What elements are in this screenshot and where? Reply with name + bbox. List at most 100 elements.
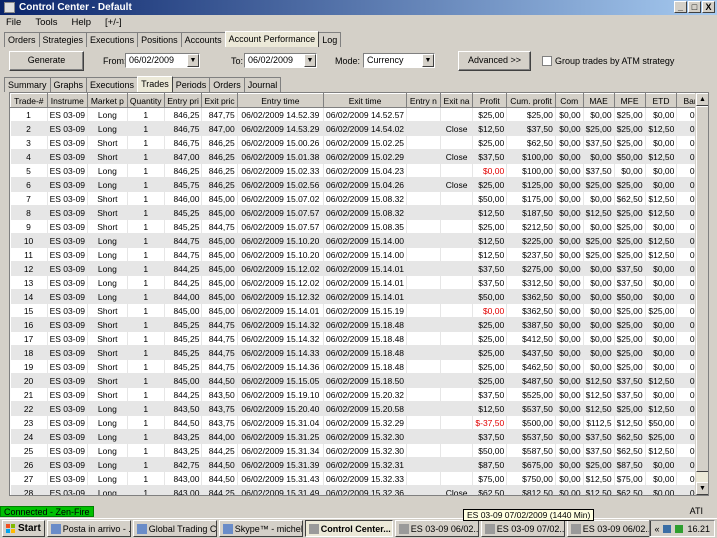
table-cell: $12,50 [645, 205, 678, 220]
table-row[interactable]: 25 ES 03-09 Long 1 843,25 844,25 06/02/2009 15… [10, 443, 708, 458]
minimize-button[interactable]: _ [674, 1, 687, 13]
column-header[interactable]: Exit pric [201, 93, 238, 108]
table-cell: 845,00 [201, 191, 238, 206]
table-cell: 5 [10, 163, 48, 178]
group-trades-checkbox[interactable] [542, 56, 552, 66]
table-row[interactable]: 3 ES 03-09 Short 1 846,75 846,25 06/02/2009 15… [10, 135, 708, 150]
column-header[interactable]: Quantity [126, 93, 165, 108]
tab-account-performance[interactable]: Account Performance [224, 31, 320, 47]
mode-select[interactable]: Currency ▼ [363, 53, 435, 68]
table-row[interactable]: 8 ES 03-09 Short 1 845,25 845,00 06/02/2009 15… [10, 205, 708, 220]
subtab-journal[interactable]: Journal [243, 77, 282, 92]
column-header[interactable]: Market p [87, 93, 128, 108]
maximize-button[interactable]: □ [688, 1, 701, 13]
scroll-down-icon[interactable]: ▼ [696, 482, 708, 495]
table-row[interactable]: 11 ES 03-09 Long 1 844,75 845,00 06/02/2009 15… [10, 247, 708, 262]
table-row[interactable]: 18 ES 03-09 Short 1 845,25 844,75 06/02/2009 1… [10, 345, 708, 360]
table-row[interactable]: 21 ES 03-09 Short 1 844,25 843,50 06/02/2009 1… [10, 387, 708, 402]
table-row[interactable]: 9 ES 03-09 Short 1 845,25 844,75 06/02/2009 15… [10, 219, 708, 234]
subtab-periods[interactable]: Periods [171, 77, 211, 92]
toolbar: Generate From: 06/02/2009 ▼ To: 06/02/200… [0, 47, 717, 73]
column-header[interactable]: Trade-# [10, 93, 48, 108]
column-header[interactable]: Entry pri [163, 93, 203, 108]
tray-expand-icon[interactable]: « [654, 524, 659, 534]
table-row[interactable]: 28 ES 03-09 Long 1 843,00 844,25 06/02/2009 15… [10, 485, 708, 495]
subtab-summary[interactable]: Summary [4, 77, 51, 92]
table-row[interactable]: 10 ES 03-09 Long 1 844,75 845,00 06/02/2009 15… [10, 233, 708, 248]
table-row[interactable]: 4 ES 03-09 Short 1 847,00 846,25 06/02/2009 15… [10, 149, 708, 164]
chevron-down-icon[interactable]: ▼ [304, 54, 316, 67]
table-row[interactable]: 7 ES 03-09 Short 1 846,00 845,00 06/02/2009 15… [10, 191, 708, 206]
table-row[interactable]: 12 ES 03-09 Long 1 844,25 845,00 06/02/2009 15… [10, 261, 708, 276]
taskbar-item[interactable]: Control Center... [304, 520, 393, 537]
table-cell: ES 03-09 [47, 121, 89, 136]
menu-file[interactable]: File [6, 17, 21, 28]
table-row[interactable]: 27 ES 03-09 Long 1 843,00 844,50 06/02/2009 15… [10, 471, 708, 486]
menu-tools[interactable]: Tools [35, 17, 57, 28]
table-row[interactable]: 2 ES 03-09 Long 1 846,75 847,00 06/02/2009 14.… [10, 121, 708, 136]
table-cell: 06/02/2009 15.32.31 [323, 457, 408, 472]
table-row[interactable]: 24 ES 03-09 Long 1 843,25 844,00 06/02/2009 15… [10, 429, 708, 444]
scroll-up-icon[interactable]: ▲ [696, 93, 708, 106]
subtab-graphs[interactable]: Graphs [49, 77, 88, 92]
scroll-thumb[interactable] [696, 106, 708, 472]
table-cell: Short [87, 135, 128, 150]
table-row[interactable]: 6 ES 03-09 Long 1 845,75 846,25 06/02/2009 15.… [10, 177, 708, 192]
taskbar-item[interactable]: ES 03-09 06/02... [566, 520, 651, 537]
generate-button[interactable]: Generate [9, 51, 84, 71]
column-header[interactable]: Cum. profit [506, 93, 556, 108]
window-icon [398, 523, 409, 534]
table-cell: 06/02/2009 15.10.20 [237, 247, 325, 262]
taskbar-item[interactable]: Posta in arrivo - ... [46, 520, 131, 537]
table-row[interactable]: 23 ES 03-09 Long 1 844,50 843,75 06/02/2009 15… [10, 415, 708, 430]
taskbar-item[interactable]: Skype™ - michel... [218, 520, 303, 537]
column-header[interactable]: ETD [644, 93, 678, 108]
table-row[interactable]: 19 ES 03-09 Short 1 845,25 844,75 06/02/2009 1… [10, 359, 708, 374]
chevron-down-icon[interactable]: ▼ [422, 54, 434, 67]
column-header[interactable]: Entry n [406, 93, 441, 108]
column-header[interactable]: Exit na [439, 93, 474, 108]
table-row[interactable]: 17 ES 03-09 Short 1 845,25 844,75 06/02/2009 1… [10, 331, 708, 346]
table-cell: 1 [127, 443, 165, 458]
wifi-icon[interactable] [675, 524, 684, 533]
subtab-executions[interactable]: Executions [86, 77, 139, 92]
column-header[interactable]: Instrume [46, 93, 89, 108]
close-button[interactable]: X [702, 1, 715, 13]
table-row[interactable]: 26 ES 03-09 Long 1 842,75 844,50 06/02/2009 15… [10, 457, 708, 472]
tab-orders[interactable]: Orders [4, 32, 40, 47]
taskbar-item[interactable]: ES 03-09 07/02... [480, 520, 565, 537]
table-row[interactable]: 14 ES 03-09 Long 1 844,00 845,00 06/02/2009 15… [10, 289, 708, 304]
table-row[interactable]: 20 ES 03-09 Short 1 845,00 844,50 06/02/2009 1… [10, 373, 708, 388]
column-header[interactable]: Com [554, 93, 584, 108]
taskbar-item[interactable]: ES 03-09 06/02... [394, 520, 479, 537]
table-row[interactable]: 1 ES 03-09 Long 1 846,25 847,75 06/02/2009 14.… [10, 107, 708, 122]
taskbar-item[interactable]: Global Trading C... [132, 520, 217, 537]
start-button[interactable]: Start [2, 520, 45, 537]
table-cell: Long [87, 261, 128, 276]
vertical-scrollbar[interactable]: ▲ ▼ [695, 93, 708, 495]
column-header[interactable]: MFE [613, 93, 646, 108]
column-header[interactable]: Exit time [323, 93, 408, 108]
table-row[interactable]: 16 ES 03-09 Short 1 845,25 844,75 06/02/2009 1… [10, 317, 708, 332]
table-row[interactable]: 22 ES 03-09 Long 1 843,50 843,75 06/02/2009 15… [10, 401, 708, 416]
column-header[interactable]: Profit [472, 93, 508, 108]
to-date-field[interactable]: 06/02/2009 ▼ [244, 53, 317, 68]
tab-positions[interactable]: Positions [137, 32, 182, 47]
from-date-field[interactable]: 06/02/2009 ▼ [125, 53, 200, 68]
chevron-down-icon[interactable]: ▼ [187, 54, 199, 67]
menu-help[interactable]: Help [72, 17, 92, 28]
subtab-trades[interactable]: Trades [137, 76, 173, 92]
advanced-button[interactable]: Advanced >> [458, 51, 531, 71]
table-row[interactable]: 15 ES 03-09 Short 1 845,00 845,00 06/02/2009 1… [10, 303, 708, 318]
tab-accounts[interactable]: Accounts [180, 32, 226, 47]
column-header[interactable]: MAE [582, 93, 615, 108]
menu-toggle[interactable]: [+/-] [105, 17, 122, 28]
column-header[interactable]: Entry time [236, 93, 325, 108]
tab-log[interactable]: Log [318, 32, 342, 47]
network-icon[interactable] [663, 524, 672, 533]
tab-executions[interactable]: Executions [86, 32, 139, 47]
tab-strategies[interactable]: Strategies [38, 32, 88, 47]
table-row[interactable]: 13 ES 03-09 Long 1 844,25 845,00 06/02/2009 15… [10, 275, 708, 290]
table-row[interactable]: 5 ES 03-09 Long 1 846,25 846,25 06/02/2009 15.… [10, 163, 708, 178]
subtab-orders[interactable]: Orders [209, 77, 245, 92]
